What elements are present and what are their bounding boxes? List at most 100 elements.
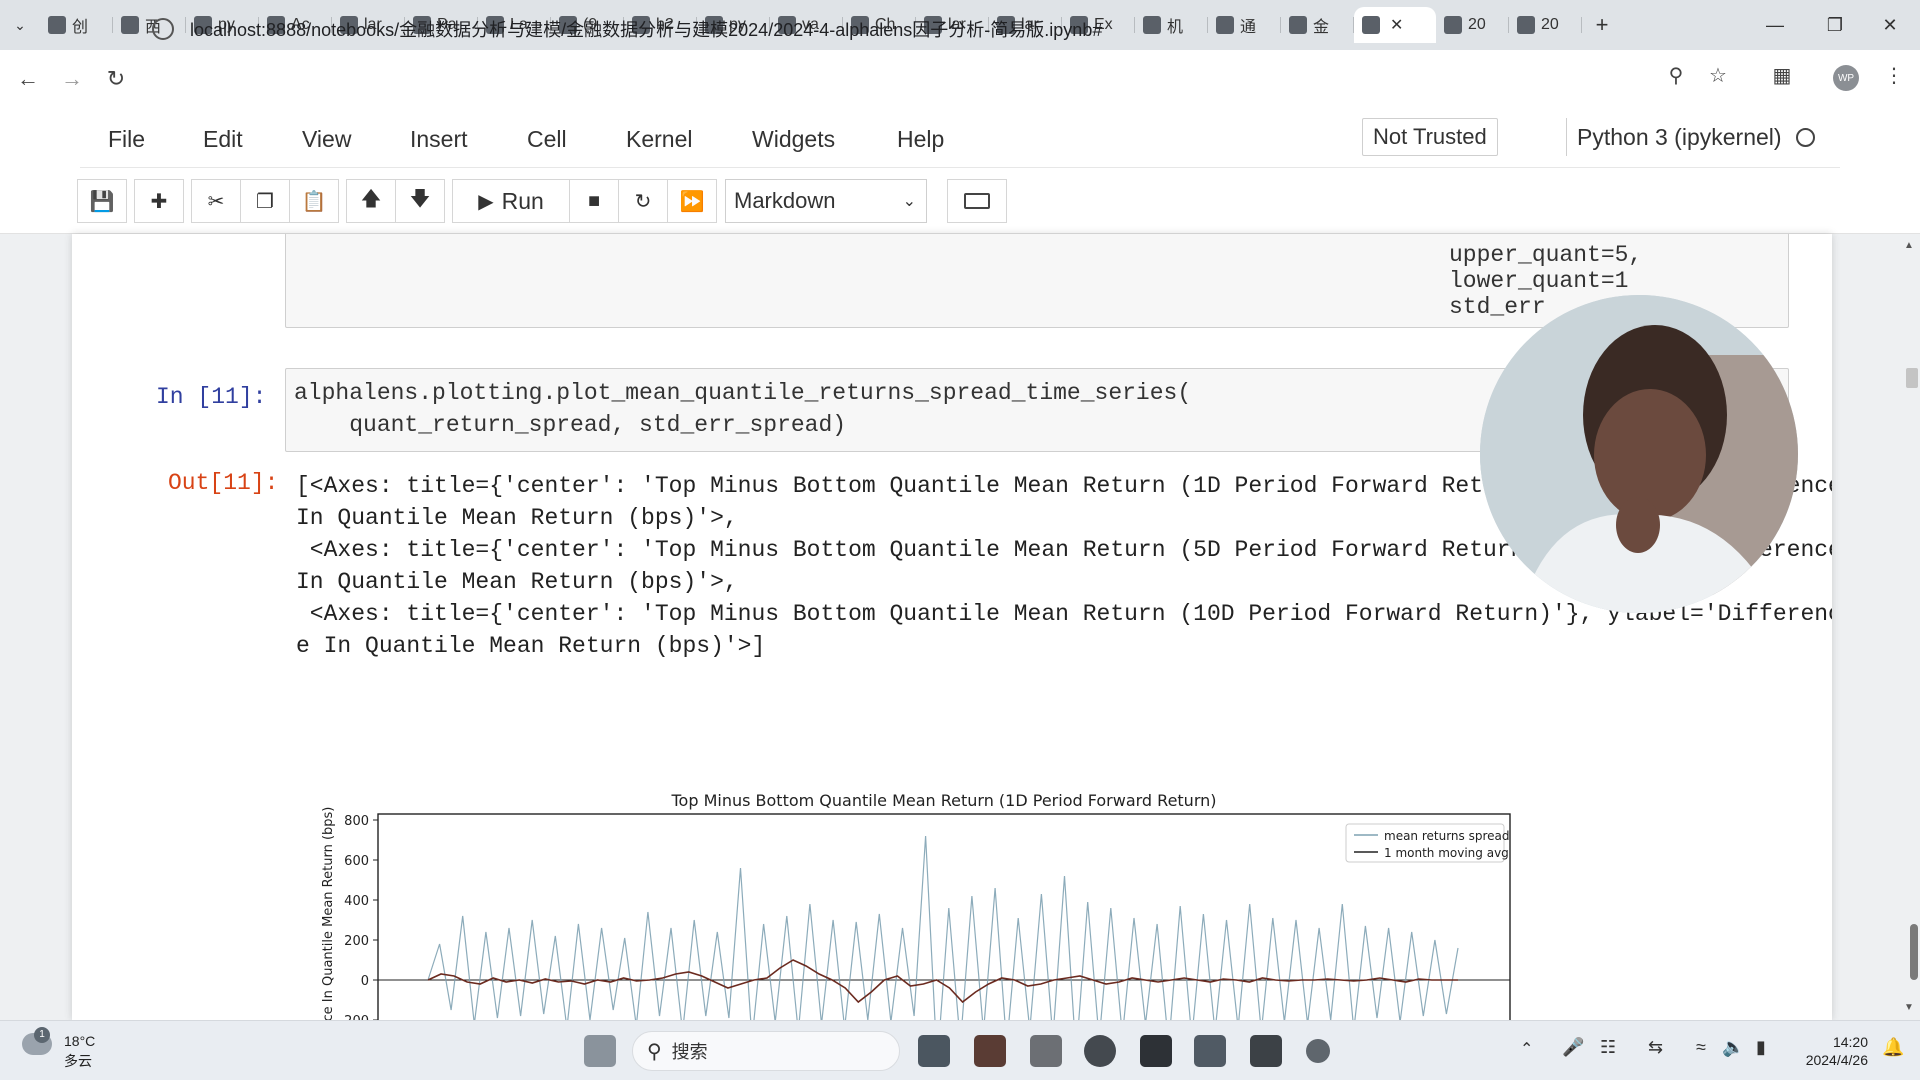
profile-avatar[interactable]: WP <box>1833 65 1859 91</box>
start-windows-icon[interactable] <box>584 1035 616 1067</box>
output-line: In Quantile Mean Return (bps)'>, <box>296 505 738 531</box>
interrupt-icon[interactable]: ■ <box>569 179 619 223</box>
y-tick-label: 0 <box>361 974 369 989</box>
cut-icon[interactable]: ✂ <box>191 179 241 223</box>
move-down-icon[interactable]: 🡇 <box>395 179 445 223</box>
file-explorer-icon[interactable] <box>1030 1035 1062 1067</box>
weather-badge: 1 <box>34 1027 50 1043</box>
ime-icon[interactable]: ☷ <box>1600 1037 1616 1058</box>
cell-type-select[interactable]: Markdown ⌄ <box>725 179 927 223</box>
input-prompt: In [11]: <box>156 384 267 410</box>
scroll-thumb[interactable] <box>1906 368 1918 388</box>
menu-kernel[interactable]: Kernel <box>626 126 692 153</box>
notebook-toolbar: 💾 ✚ ✂ ❐ 📋 🡅 🡇 ▶ Run ■ ↻ ⏩ Markdown ⌄ <box>77 178 1007 224</box>
run-label: Run <box>501 187 544 214</box>
taskbar-search[interactable]: ⚲ 搜索 <box>632 1031 900 1071</box>
run-button[interactable]: ▶ Run <box>452 179 570 223</box>
clock-date: 2024/4/26 <box>1805 1052 1868 1068</box>
url-text: localhost:8888/notebooks/金融数据分析与建模/金融数据分… <box>190 20 1103 40</box>
chevron-down-icon: ⌄ <box>902 193 916 210</box>
search-placeholder: 搜索 <box>671 1042 708 1062</box>
save-icon[interactable]: 💾 <box>77 179 127 223</box>
chart-title: Top Minus Bottom Quantile Mean Return (1… <box>670 791 1216 810</box>
weather-desc: 多云 <box>64 1053 92 1069</box>
presenter-video <box>1480 295 1798 613</box>
forward-icon[interactable]: → <box>50 57 94 101</box>
terminal-icon[interactable] <box>1140 1035 1172 1067</box>
browser-menu-icon[interactable]: ⋮ <box>1876 57 1912 93</box>
kernel-idle-icon <box>1795 127 1815 147</box>
menu-insert[interactable]: Insert <box>410 126 468 153</box>
minimize-icon[interactable]: — <box>1745 0 1805 50</box>
legend-label: mean returns spread <box>1384 829 1510 843</box>
bookmark-star-icon[interactable]: ☆ <box>1700 57 1736 93</box>
menu-view[interactable]: View <box>302 126 351 153</box>
spread-time-series-chart: Top Minus Bottom Quantile Mean Return (1… <box>321 791 1511 1020</box>
not-trusted-badge[interactable]: Not Trusted <box>1362 118 1498 156</box>
scroll-up-icon[interactable]: ▲ <box>1904 240 1914 251</box>
zoom-icon[interactable]: ⚲ <box>1658 57 1694 93</box>
menu-help[interactable]: Help <box>897 126 944 153</box>
close-window-icon[interactable]: ✕ <box>1860 0 1920 50</box>
search-icon: ⚲ <box>647 1040 662 1063</box>
menu-file[interactable]: File <box>108 126 145 153</box>
code-line: quant_return_spread, std_err_spread) <box>294 412 847 438</box>
overlay-scrollbar[interactable] <box>1910 924 1918 980</box>
site-info-icon[interactable] <box>152 18 174 40</box>
prev-code-line: std_err <box>1449 294 1546 320</box>
output-line: In Quantile Mean Return (bps)'>, <box>296 569 738 595</box>
legend-label: 1 month moving avg <box>1384 846 1509 860</box>
recorder-icon[interactable] <box>1306 1039 1330 1063</box>
copy-icon[interactable]: ❐ <box>240 179 290 223</box>
y-tick-label: 200 <box>344 934 369 949</box>
restart-icon[interactable]: ↻ <box>618 179 668 223</box>
extensions-icon[interactable]: ▦ <box>1764 57 1800 93</box>
back-icon[interactable]: ← <box>6 57 50 101</box>
wifi-icon[interactable]: ≈ <box>1696 1037 1706 1058</box>
microphone-icon[interactable]: 🎤 <box>1562 1037 1584 1058</box>
move-up-icon[interactable]: 🡅 <box>346 179 396 223</box>
tab-search-chevron-icon[interactable]: ⌄ <box>0 5 40 45</box>
code-line: alphalens.plotting.plot_mean_quantile_re… <box>294 380 1192 406</box>
menu-widgets[interactable]: Widgets <box>752 126 835 153</box>
address-bar-row: ← → ↻ <box>0 50 1920 108</box>
scroll-down-icon[interactable]: ▼ <box>1904 1002 1914 1013</box>
y-tick-label: 400 <box>344 894 369 909</box>
windows-taskbar: 1 18°C 多云 ⚲ 搜索 ⌃ 🎤 ☷ ⇆ ≈ 🔈 ▮ 14:20 2024/… <box>0 1020 1920 1080</box>
volume-icon[interactable]: 🔈 <box>1722 1037 1744 1058</box>
insert-cell-icon[interactable]: ✚ <box>134 179 184 223</box>
chrome-icon[interactable] <box>1084 1035 1116 1067</box>
output-line: e In Quantile Mean Return (bps)'>] <box>296 633 766 659</box>
weather-temp: 18°C <box>64 1033 96 1049</box>
kernel-name: Python 3 (ipykernel) <box>1577 123 1782 150</box>
calendar-icon <box>48 16 66 34</box>
restore-icon[interactable]: ❐ <box>1805 0 1865 50</box>
media-player-icon[interactable] <box>1194 1035 1226 1067</box>
mean-returns-spread-line <box>427 835 1459 1020</box>
y-axis-label: Difference In Quantile Mean Return (bps) <box>321 807 336 1020</box>
wps-icon[interactable] <box>1250 1035 1282 1067</box>
play-icon: ▶ <box>478 190 494 213</box>
battery-icon[interactable]: ▮ <box>1756 1037 1766 1058</box>
notifications-icon[interactable]: 🔔 <box>1882 1037 1904 1058</box>
clock[interactable]: 14:20 2024/4/26 <box>1780 1033 1868 1069</box>
command-palette-keyboard-icon[interactable] <box>947 179 1007 223</box>
tab-label: 创 <box>72 19 89 36</box>
menu-edit[interactable]: Edit <box>203 126 243 153</box>
webcam-overlay <box>1480 295 1798 613</box>
restart-run-all-icon[interactable]: ⏩ <box>667 179 717 223</box>
page-scrollbar[interactable] <box>1896 234 1920 1020</box>
browser-tab[interactable]: 创 <box>40 7 113 43</box>
tray-chevron-up-icon[interactable]: ⌃ <box>1520 1039 1533 1059</box>
paste-icon[interactable]: 📋 <box>289 179 339 223</box>
url-field[interactable]: localhost:8888/notebooks/金融数据分析与建模/金融数据分… <box>152 8 1712 50</box>
app-icon[interactable] <box>974 1035 1006 1067</box>
weather-widget[interactable]: 18°C 多云 <box>64 1031 95 1071</box>
sync-icon[interactable]: ⇆ <box>1648 1037 1663 1058</box>
play-icon <box>121 16 139 34</box>
menu-cell[interactable]: Cell <box>527 126 567 153</box>
task-view-icon[interactable] <box>918 1035 950 1067</box>
cell-type-value: Markdown <box>734 188 836 213</box>
y-tick-label: 800 <box>344 814 369 829</box>
reload-icon[interactable]: ↻ <box>94 57 138 101</box>
